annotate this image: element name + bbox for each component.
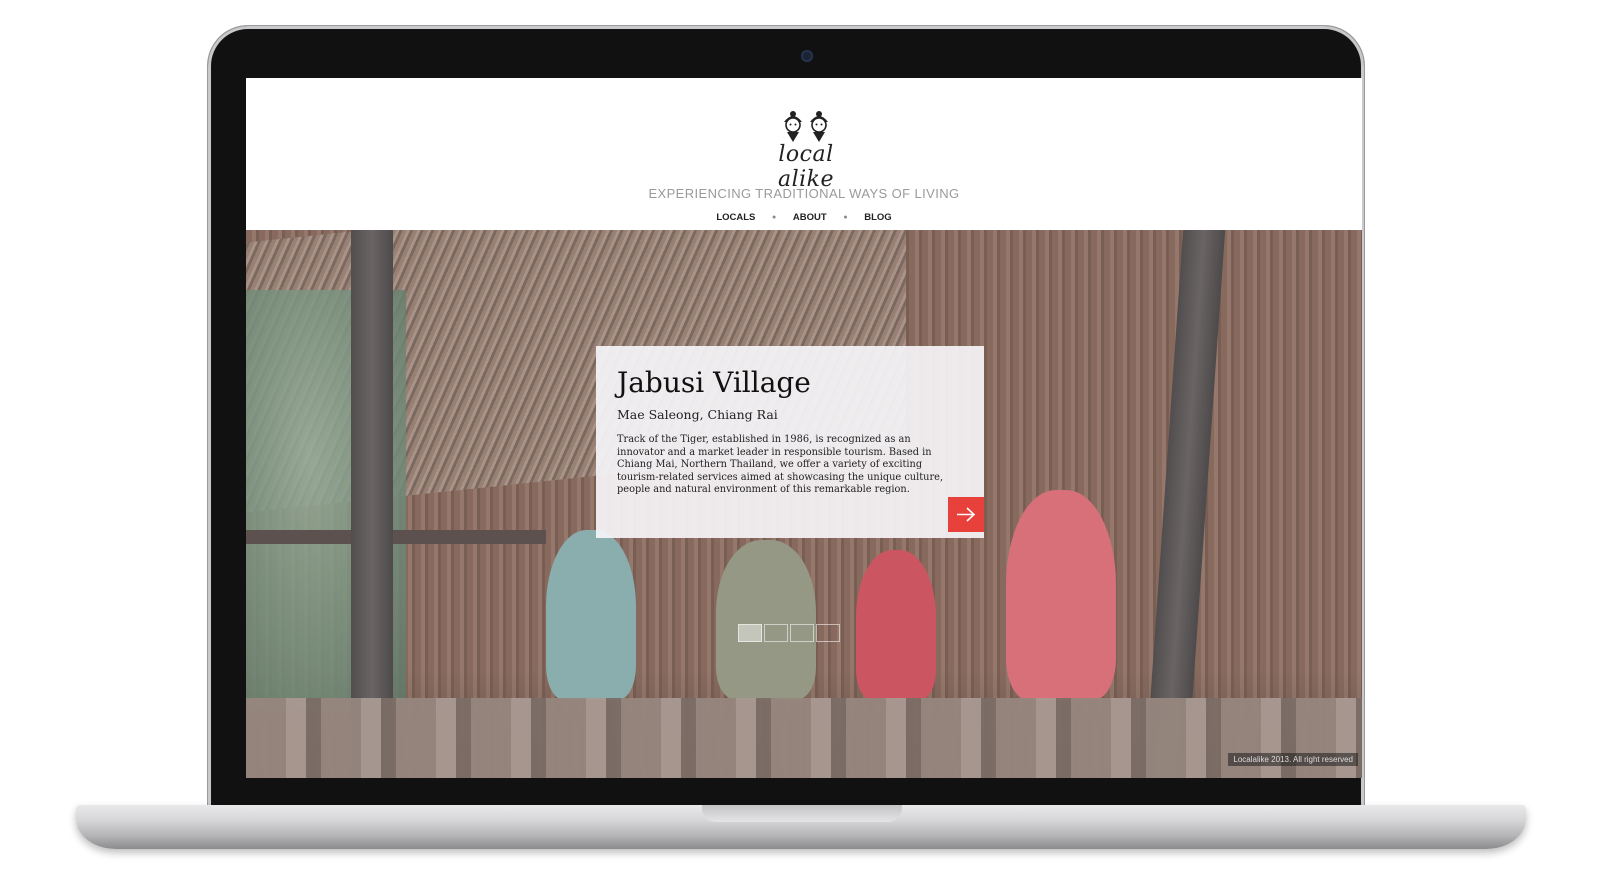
village-title: Jabusi Village (617, 366, 811, 399)
slider-pager (738, 624, 842, 644)
village-card: Jabusi Village Mae Saleong, Chiang Rai T… (596, 346, 984, 538)
nav-separator-icon: ● (772, 214, 777, 221)
copyright-notice: Localalike 2013. All right reserved (1228, 753, 1358, 766)
slide-dot[interactable] (764, 624, 788, 642)
nav-item-blog[interactable]: BLOG (850, 212, 905, 223)
slide-dot[interactable] (738, 624, 762, 642)
slide-dot[interactable] (816, 624, 840, 642)
slide-dot[interactable] (790, 624, 814, 642)
camera-icon (801, 50, 813, 62)
twin-figures-icon (784, 111, 828, 142)
browser-viewport: local alike EXPERIENCING TRADITIONAL WAY… (246, 78, 1362, 778)
village-location: Mae Saleong, Chiang Rai (617, 407, 778, 422)
village-description: Track of the Tiger, established in 1986,… (617, 434, 944, 496)
next-button[interactable] (948, 497, 984, 532)
hero-slider: Jabusi Village Mae Saleong, Chiang Rai T… (246, 230, 1362, 778)
nav-item-about[interactable]: ABOUT (779, 212, 841, 223)
nav-item-locals[interactable]: LOCALS (702, 212, 769, 223)
site-tagline: EXPERIENCING TRADITIONAL WAYS OF LIVING (648, 186, 960, 201)
arrow-right-icon (957, 507, 976, 522)
nav-separator-icon: ● (843, 214, 848, 221)
laptop-notch (702, 805, 902, 822)
site-logo[interactable]: local alike (756, 108, 856, 192)
logo-wordmark: local alike (777, 142, 835, 192)
main-nav: LOCALS ● ABOUT ● BLOG (246, 212, 1362, 223)
site-header: local alike EXPERIENCING TRADITIONAL WAY… (246, 78, 1362, 230)
